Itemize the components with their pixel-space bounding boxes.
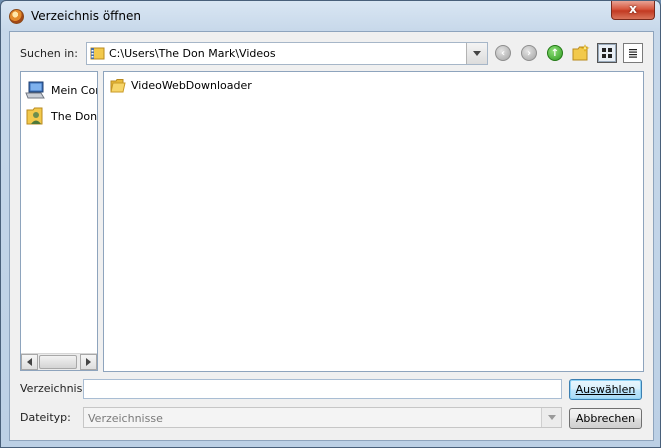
back-button[interactable]: ‹ xyxy=(495,45,511,61)
cancel-button-label: Abbrechen xyxy=(575,412,636,425)
details-view-button[interactable] xyxy=(623,43,643,63)
current-path: C:\Users\The Don Mark\Videos xyxy=(109,47,276,60)
scroll-right-button[interactable] xyxy=(80,354,97,370)
list-view-button[interactable] xyxy=(597,43,617,63)
chevron-right-icon xyxy=(86,358,91,366)
directory-input[interactable] xyxy=(84,380,561,398)
filetype-value: Verzeichnisse xyxy=(88,412,163,425)
place-item-user[interactable]: The Don Mark xyxy=(25,106,98,126)
window-title: Verzeichnis öffnen xyxy=(31,9,142,23)
scroll-thumb[interactable] xyxy=(39,355,77,369)
open-directory-dialog: Verzeichnis öffnen x Suchen in: C:\Users… xyxy=(0,0,661,448)
select-button[interactable]: Auswählen xyxy=(569,379,642,400)
close-button[interactable]: x xyxy=(611,1,655,20)
look-in-dropdown-button[interactable] xyxy=(466,43,487,64)
filetype-dropdown-button[interactable] xyxy=(541,408,561,427)
file-list[interactable]: VideoWebDownloader xyxy=(103,71,644,372)
file-name: VideoWebDownloader xyxy=(131,79,252,92)
place-item-computer[interactable]: Mein Computer xyxy=(25,80,97,100)
chevron-left-icon xyxy=(27,358,32,366)
back-arrow-icon: ‹ xyxy=(500,47,506,59)
folder-icon xyxy=(110,79,126,93)
directory-input-wrap[interactable] xyxy=(83,379,562,399)
app-icon xyxy=(9,9,24,24)
up-folder-button[interactable]: ↑ xyxy=(547,45,563,61)
filetype-combobox[interactable]: Verzeichnisse xyxy=(83,407,562,428)
look-in-label: Suchen in: xyxy=(20,47,78,60)
places-sidebar[interactable]: Mein Computer The Don Mark xyxy=(20,71,98,371)
look-in-combobox[interactable]: C:\Users\The Don Mark\Videos xyxy=(86,42,488,65)
videos-folder-icon xyxy=(90,47,105,60)
title-bar[interactable]: Verzeichnis öffnen x xyxy=(1,1,660,31)
place-label: The Don Mark xyxy=(51,110,98,123)
directory-label: Verzeichnis: xyxy=(20,382,87,395)
places-horizontal-scrollbar[interactable] xyxy=(21,353,97,370)
up-arrow-icon: ↑ xyxy=(550,47,560,59)
scroll-left-button[interactable] xyxy=(21,354,38,370)
select-button-label: Auswählen xyxy=(575,383,636,396)
forward-arrow-icon: › xyxy=(526,47,532,59)
cancel-button[interactable]: Abbrechen xyxy=(569,408,642,429)
list-view-icon xyxy=(602,48,612,58)
dialog-body: Suchen in: C:\Users\The Don Mark\Videos … xyxy=(9,31,654,441)
new-folder-icon[interactable] xyxy=(572,44,590,62)
chevron-down-icon xyxy=(473,51,481,56)
computer-icon xyxy=(25,81,45,99)
list-item[interactable]: VideoWebDownloader xyxy=(110,77,310,95)
forward-button[interactable]: › xyxy=(521,45,537,61)
details-view-icon xyxy=(629,49,637,58)
chevron-down-icon xyxy=(547,415,556,420)
user-folder-icon xyxy=(26,107,43,125)
filetype-label: Dateityp: xyxy=(20,411,71,424)
place-label: Mein Computer xyxy=(51,84,97,97)
